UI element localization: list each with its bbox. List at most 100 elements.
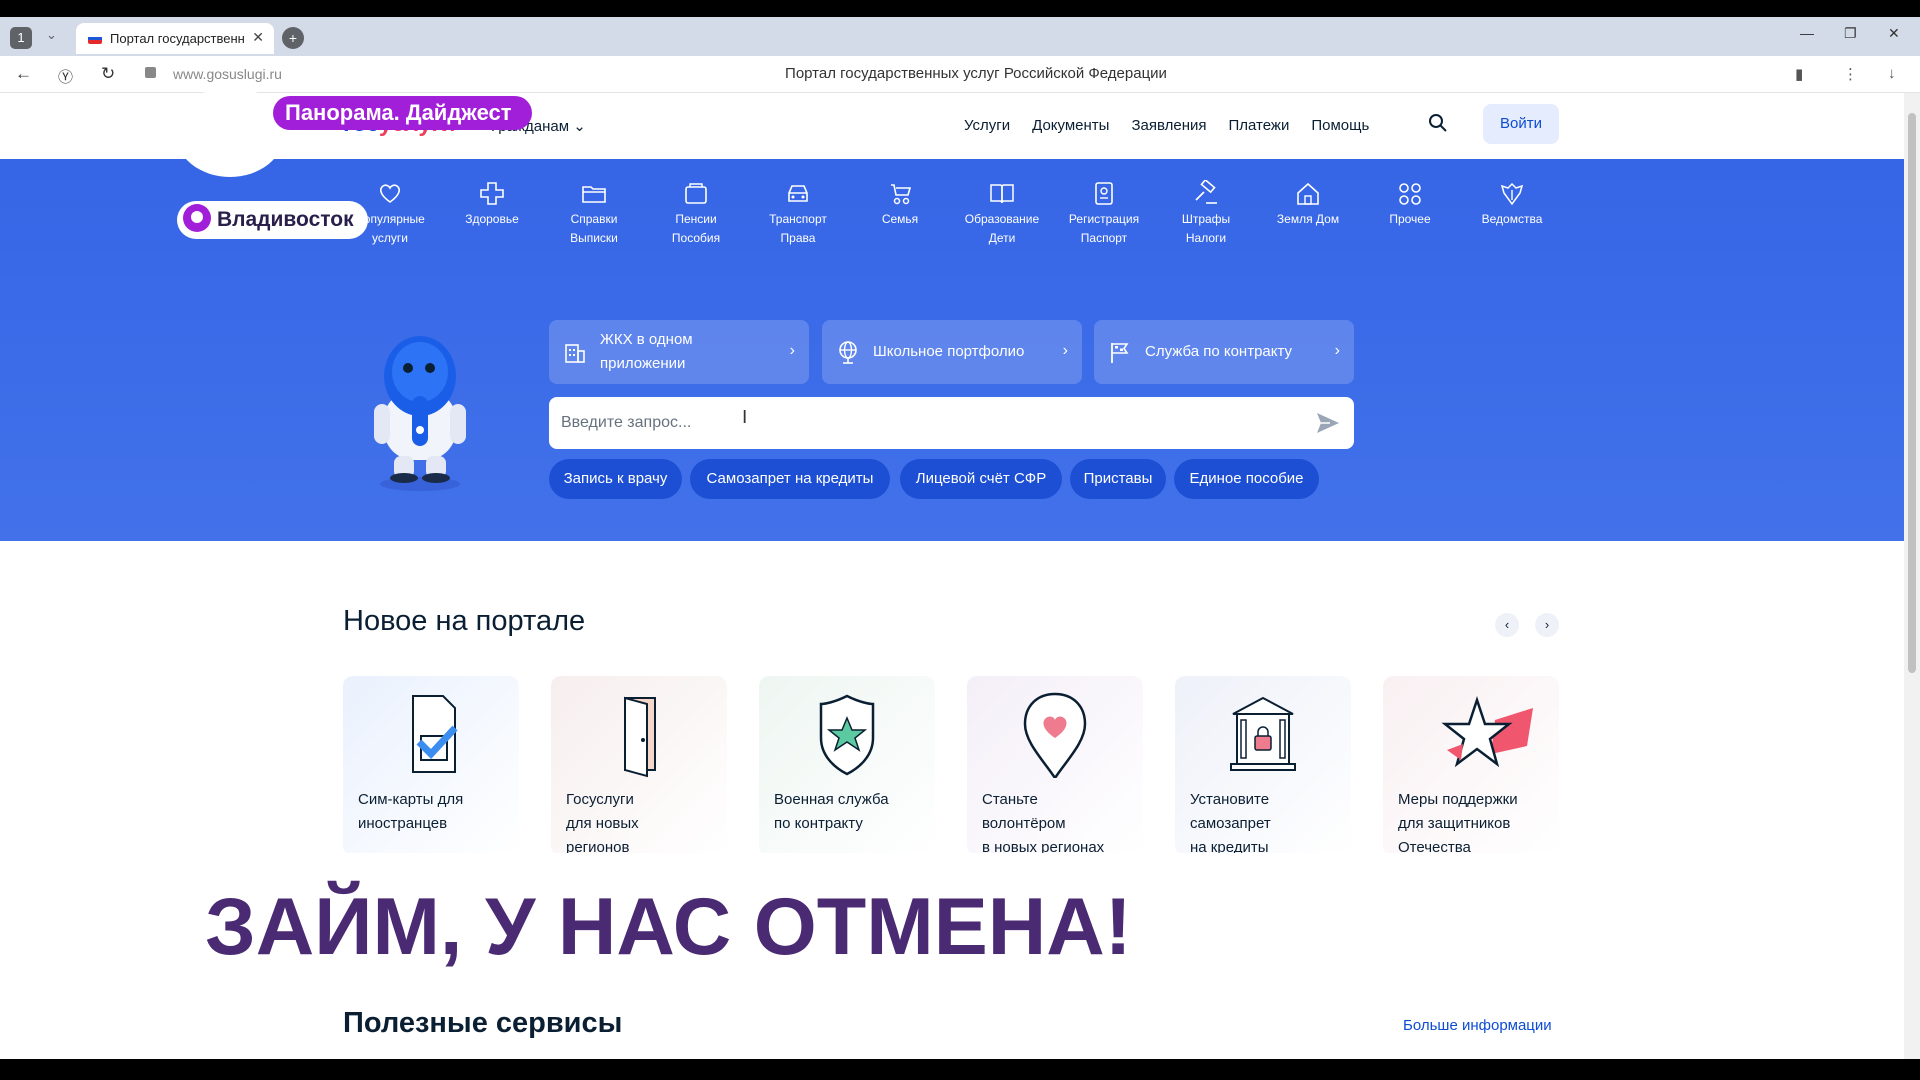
category-label: Земля Дом bbox=[1276, 212, 1340, 226]
bookmark-icon[interactable]: ▮ bbox=[1795, 65, 1803, 83]
sim-card-icon bbox=[412, 695, 458, 773]
category-book[interactable]: Образование Дети bbox=[952, 180, 1052, 248]
send-icon[interactable] bbox=[1316, 412, 1340, 434]
browser-tab[interactable]: Портал государственн ✕ bbox=[76, 23, 274, 54]
category-car[interactable]: Транспорт Права bbox=[748, 180, 848, 248]
close-window-icon[interactable]: ✕ bbox=[1888, 25, 1900, 42]
category-label: Регистрация bbox=[1068, 212, 1140, 226]
category-label: Ведомства bbox=[1481, 212, 1543, 226]
news-card[interactable]: Станьте волонтёром в новых регионах bbox=[967, 676, 1143, 856]
category-label: Налоги bbox=[1185, 231, 1227, 245]
browser-window: 1 ⌄ Портал государственн ✕ + — ❐ ✕ ← Ⓨ ↻… bbox=[0, 17, 1920, 1059]
health-cross-icon bbox=[478, 180, 506, 206]
heart-pin-icon bbox=[1023, 692, 1087, 778]
chevron-down-icon: ⌄ bbox=[573, 118, 586, 135]
heart-icon bbox=[376, 180, 404, 206]
category-house[interactable]: Земля Дом bbox=[1258, 180, 1358, 229]
restore-icon[interactable]: ❐ bbox=[1844, 25, 1857, 42]
download-icon[interactable]: ↓ bbox=[1888, 65, 1896, 82]
city-badge: Владивосток bbox=[177, 201, 368, 239]
search-icon[interactable] bbox=[1428, 113, 1448, 133]
category-health-cross[interactable]: Здоровье bbox=[442, 180, 542, 229]
nav-applications[interactable]: Заявления bbox=[1131, 117, 1206, 134]
chip-single-allowance[interactable]: Единое пособие bbox=[1174, 459, 1319, 499]
chip-bailiffs[interactable]: Приставы bbox=[1070, 459, 1166, 499]
news-card-label: Госуслуги для новых регионов bbox=[566, 791, 639, 856]
scrollbar-thumb[interactable] bbox=[1908, 113, 1916, 673]
more-menu-icon[interactable]: ⋮ bbox=[1843, 65, 1858, 83]
news-card-label: Установите самозапрет на кредиты bbox=[1190, 791, 1271, 856]
search-input[interactable] bbox=[561, 397, 1281, 449]
category-passport[interactable]: Регистрация Паспорт bbox=[1054, 180, 1154, 248]
search-box bbox=[549, 397, 1354, 449]
news-card[interactable]: Сим-карты для иностранцев bbox=[343, 676, 519, 856]
category-label: Права bbox=[780, 231, 816, 245]
robot-mascot bbox=[374, 336, 466, 491]
promo-label: Служба по контракту bbox=[1145, 343, 1293, 360]
promo-contract-service[interactable]: Служба по контракту › bbox=[1094, 320, 1354, 384]
news-card[interactable]: Установите самозапрет на кредиты bbox=[1175, 676, 1351, 856]
news-card[interactable]: Военная служба по контракту bbox=[759, 676, 935, 856]
category-label: Образование bbox=[964, 212, 1040, 226]
show-name-badge: Панорама. Дайджест bbox=[273, 96, 532, 130]
globe-icon bbox=[839, 341, 857, 364]
chip-doctor[interactable]: Запись к врачу bbox=[549, 459, 682, 499]
new-tab-icon[interactable]: + bbox=[282, 27, 304, 49]
chevron-right-icon: › bbox=[1334, 342, 1340, 359]
minimize-icon[interactable]: — bbox=[1800, 25, 1814, 41]
category-wallet[interactable]: Пенсии Пособия bbox=[646, 180, 746, 248]
promo-label: Школьное портфолио bbox=[873, 343, 1025, 360]
promo-zhkh[interactable]: ЖКХ в одном приложении › bbox=[549, 320, 809, 384]
chevron-right-icon: › bbox=[789, 342, 795, 359]
category-label: Дети bbox=[988, 231, 1016, 245]
tab-count-badge[interactable]: 1 bbox=[10, 27, 32, 49]
passport-icon bbox=[1090, 180, 1118, 206]
useful-section-title: Полезные сервисы bbox=[343, 1007, 623, 1039]
news-card[interactable]: Госуслуги для новых регионов bbox=[551, 676, 727, 856]
category-stroller[interactable]: Семья bbox=[850, 180, 950, 229]
chip-credit-ban[interactable]: Самозапрет на кредиты bbox=[690, 459, 890, 499]
vertical-scrollbar[interactable] bbox=[1904, 93, 1920, 1059]
carousel-next-icon[interactable]: › bbox=[1535, 613, 1559, 637]
category-label: Паспорт bbox=[1080, 231, 1128, 245]
chevron-down-icon[interactable]: ⌄ bbox=[46, 27, 57, 43]
nav-payments[interactable]: Платежи bbox=[1229, 117, 1290, 134]
category-label: Справки bbox=[570, 212, 618, 226]
category-label: Выписки bbox=[570, 231, 618, 245]
category-label: услуги bbox=[372, 231, 408, 245]
nav-documents[interactable]: Документы bbox=[1032, 117, 1109, 134]
chip-sfr-account[interactable]: Лицевой счёт СФР bbox=[900, 459, 1062, 499]
carousel-prev-icon[interactable]: ‹ bbox=[1495, 613, 1519, 637]
grid-icon bbox=[1396, 180, 1424, 206]
category-label: Штрафы bbox=[1181, 212, 1231, 226]
category-label: Здоровье bbox=[465, 212, 519, 226]
close-tab-icon[interactable]: ✕ bbox=[252, 29, 264, 46]
bank-lock-icon bbox=[1230, 696, 1296, 771]
location-pin-icon bbox=[183, 204, 211, 233]
shield-star-icon bbox=[819, 694, 875, 776]
emblem-icon bbox=[1498, 180, 1526, 206]
category-gavel[interactable]: Штрафы Налоги bbox=[1156, 178, 1256, 248]
russian-flag-icon bbox=[88, 33, 102, 44]
category-label: Прочее bbox=[1389, 212, 1431, 226]
promo-school-portfolio[interactable]: Школьное портфолио › bbox=[822, 320, 1082, 384]
building-icon bbox=[565, 344, 585, 363]
text-cursor-icon: I bbox=[742, 407, 748, 428]
news-card[interactable]: Меры поддержки для защитников Отечества bbox=[1383, 676, 1559, 856]
news-card-label: Меры поддержки для защитников Отечества bbox=[1398, 791, 1518, 856]
nav-services[interactable]: Услуги bbox=[964, 117, 1010, 134]
more-info-link[interactable]: Больше информации bbox=[1403, 1017, 1552, 1034]
flag-icon bbox=[1111, 343, 1129, 363]
category-label: Пенсии bbox=[675, 212, 717, 226]
news-section-title: Новое на портале bbox=[343, 605, 586, 637]
page-title: Портал государственных услуг Российской … bbox=[785, 65, 1167, 82]
car-icon bbox=[784, 180, 812, 206]
category-grid[interactable]: Прочее bbox=[1360, 180, 1460, 229]
category-label: Семья bbox=[881, 212, 919, 226]
tab-title: Портал государственн bbox=[110, 31, 245, 46]
login-button[interactable]: Войти bbox=[1483, 104, 1559, 144]
category-folder[interactable]: Справки Выписки bbox=[544, 180, 644, 248]
category-emblem[interactable]: Ведомства bbox=[1462, 180, 1562, 229]
nav-help[interactable]: Помощь bbox=[1311, 117, 1369, 134]
house-icon bbox=[1294, 180, 1322, 206]
